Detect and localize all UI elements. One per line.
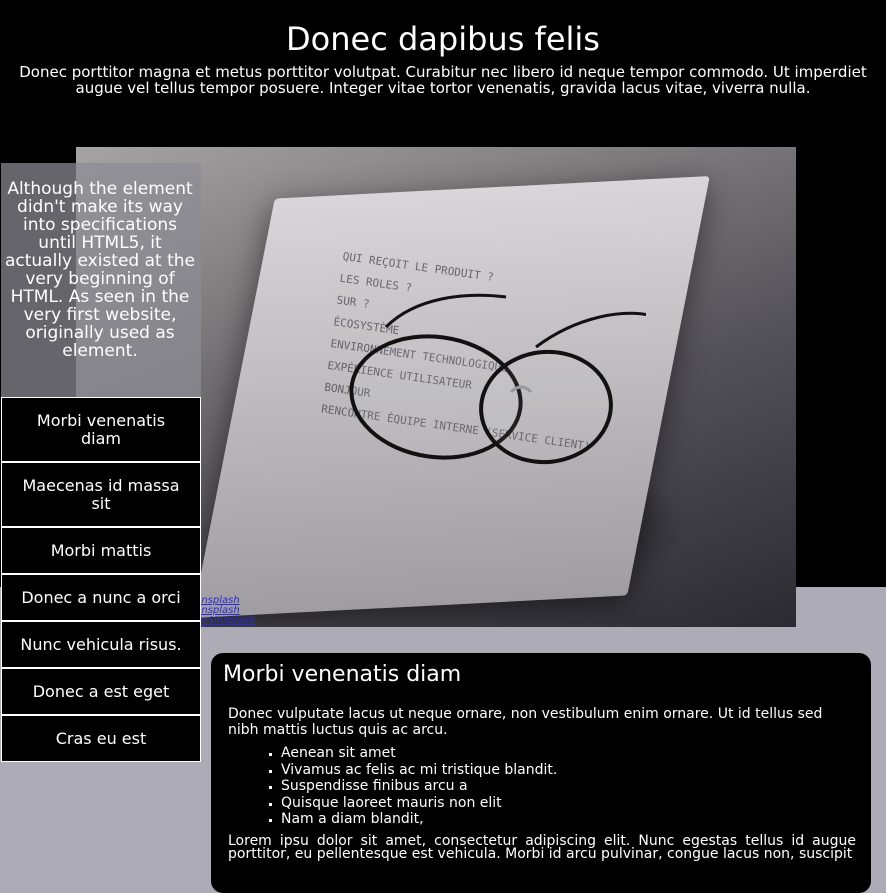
list-item: Quisque laoreet mauris non elit: [281, 795, 557, 812]
list-item: Vivamus ac felis ac mi tristique blandit…: [281, 762, 557, 779]
nav-item-donec-a-est-eget[interactable]: Donec a est eget: [1, 668, 201, 715]
content-card: Morbi venenatis diam Donec vulputate lac…: [211, 653, 871, 893]
nav-item-donec-a-nunc-a-orci[interactable]: Donec a nunc a orci: [1, 574, 201, 621]
list-item: Aenean sit amet: [281, 745, 557, 762]
glasses-icon: [349, 293, 646, 465]
nav-item-cras-eu-est[interactable]: Cras eu est: [1, 715, 201, 762]
content-title: Morbi venenatis diam: [223, 662, 462, 687]
nav-item-maecenas-id-massa-sit[interactable]: Maecenas id massa sit: [1, 462, 201, 527]
image-credits: Unsplash Unsplash on Unsplash: [194, 596, 255, 626]
sidebar-nav: Morbi venenatis diam Maecenas id massa s…: [1, 397, 201, 762]
nav-item-nunc-vehicula-risus[interactable]: Nunc vehicula risus.: [1, 621, 201, 668]
content-list: Aenean sit amet Vivamus ac felis ac mi t…: [261, 745, 557, 828]
aside-text: Although the element didn't make its way…: [4, 179, 196, 361]
page-title: Donec dapibus felis: [286, 20, 600, 58]
list-item: Suspendisse finibus arcu a: [281, 778, 557, 795]
content-paragraph: Lorem ipsu dolor sit amet, consectetur a…: [228, 833, 856, 862]
page-subtitle: Donec porttitor magna et metus porttitor…: [19, 63, 867, 97]
content-intro: Donec vulputate lacus ut neque ornare, n…: [228, 706, 823, 738]
list-item: Nam a diam blandit,: [281, 811, 557, 828]
nav-item-morbi-mattis[interactable]: Morbi mattis: [1, 527, 201, 574]
nav-item-morbi-venenatis-diam[interactable]: Morbi venenatis diam: [1, 397, 201, 462]
credit-link[interactable]: on Unsplash: [194, 616, 255, 626]
